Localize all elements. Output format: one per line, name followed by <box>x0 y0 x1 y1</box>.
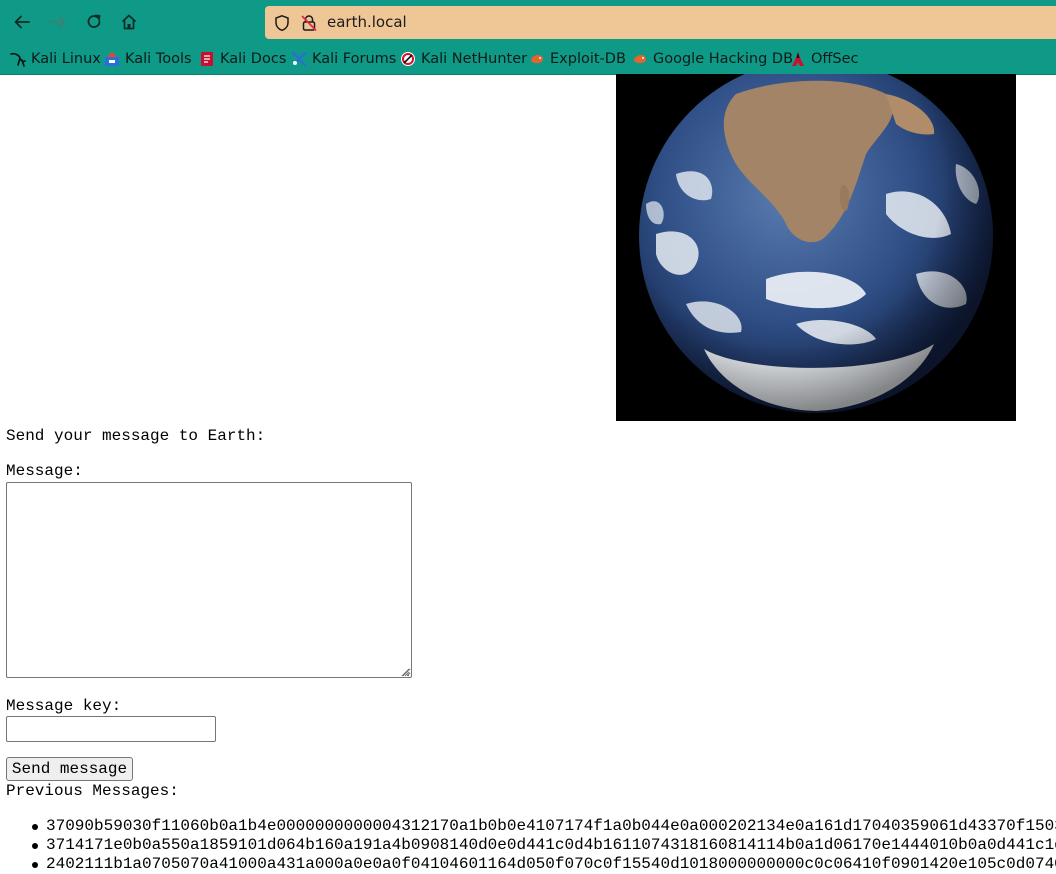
bullet-icon <box>32 824 38 830</box>
reload-button[interactable] <box>80 8 108 36</box>
bullet-icon <box>32 843 38 849</box>
exploit-db-icon <box>529 51 545 67</box>
bookmark-google-hacking-db[interactable]: Google Hacking DB <box>632 49 793 69</box>
url-text[interactable]: earth.local <box>327 13 407 31</box>
reload-icon <box>87 14 101 28</box>
earth-globe-picture <box>616 74 1016 421</box>
address-bar[interactable]: earth.local <box>265 6 1056 39</box>
message-label: Message: <box>6 462 83 480</box>
bookmark-label: Google Hacking DB <box>653 51 794 67</box>
list-item: 37090b59030f11060b0a1b4e0000000000004312… <box>32 817 1056 836</box>
key-label: Message key: <box>6 697 122 715</box>
home-button[interactable] <box>115 8 143 36</box>
list-item: 3714171e0b0a550a1859101d064b160a191a4b09… <box>32 836 1056 855</box>
offsec-icon <box>790 51 806 67</box>
message-key-input[interactable] <box>6 716 216 742</box>
bookmark-kali-nethunter[interactable]: Kali NetHunter <box>400 49 527 69</box>
page-content: Send your message to Earth: Message: Mes… <box>0 74 1056 873</box>
arrow-right-icon <box>50 15 66 29</box>
message-text: 3714171e0b0a550a1859101d064b160a191a4b09… <box>46 836 1056 854</box>
kali-docs-icon <box>199 51 215 67</box>
kali-nethunter-icon <box>400 51 416 67</box>
bookmark-label: Kali Docs <box>220 51 287 67</box>
ghdb-icon <box>632 51 648 67</box>
bookmark-label: Exploit-DB <box>550 51 626 67</box>
bookmarks-toolbar: Kali Linux Kali Tools Kali Docs Kali For… <box>0 43 1056 75</box>
bookmark-kali-forums[interactable]: Kali Forums <box>291 49 396 69</box>
message-textarea[interactable] <box>6 482 412 678</box>
kali-dragon-icon <box>10 51 26 67</box>
bookmark-label: Kali Forums <box>312 51 397 67</box>
message-text: 2402111b1a0705070a41000a431a000a0e0a0f04… <box>46 855 1056 873</box>
browser-toolbar: earth.local <box>0 0 1056 43</box>
bullet-icon <box>32 862 38 868</box>
insecure-lock-icon[interactable] <box>300 14 318 32</box>
bookmark-label: Kali Linux <box>31 51 101 67</box>
message-text: 37090b59030f11060b0a1b4e0000000000004312… <box>46 817 1056 835</box>
send-message-button[interactable]: Send message <box>6 757 133 781</box>
home-icon <box>121 14 137 30</box>
bookmark-kali-docs[interactable]: Kali Docs <box>199 49 286 69</box>
bookmark-kali-tools[interactable]: Kali Tools <box>104 49 192 69</box>
intro-text: Send your message to Earth: <box>6 427 266 445</box>
previous-messages-label: Previous Messages: <box>6 782 179 800</box>
bookmark-label: Kali Tools <box>125 51 192 67</box>
bookmark-label: OffSec <box>811 51 859 67</box>
bookmark-label: Kali NetHunter <box>421 51 528 67</box>
kali-forums-icon <box>291 51 307 67</box>
bookmark-exploit-db[interactable]: Exploit-DB <box>529 49 626 69</box>
bookmark-kali-linux[interactable]: Kali Linux <box>10 49 101 69</box>
back-button[interactable] <box>8 8 36 36</box>
shield-icon[interactable] <box>273 14 291 32</box>
earth-image <box>616 74 1016 421</box>
kali-tools-icon <box>104 51 120 67</box>
forward-button[interactable] <box>44 8 72 36</box>
previous-messages-list: 37090b59030f11060b0a1b4e0000000000004312… <box>32 817 1056 874</box>
resize-grip-icon[interactable] <box>400 667 410 677</box>
arrow-left-icon <box>14 15 30 29</box>
bookmark-offsec[interactable]: OffSec <box>790 49 859 69</box>
